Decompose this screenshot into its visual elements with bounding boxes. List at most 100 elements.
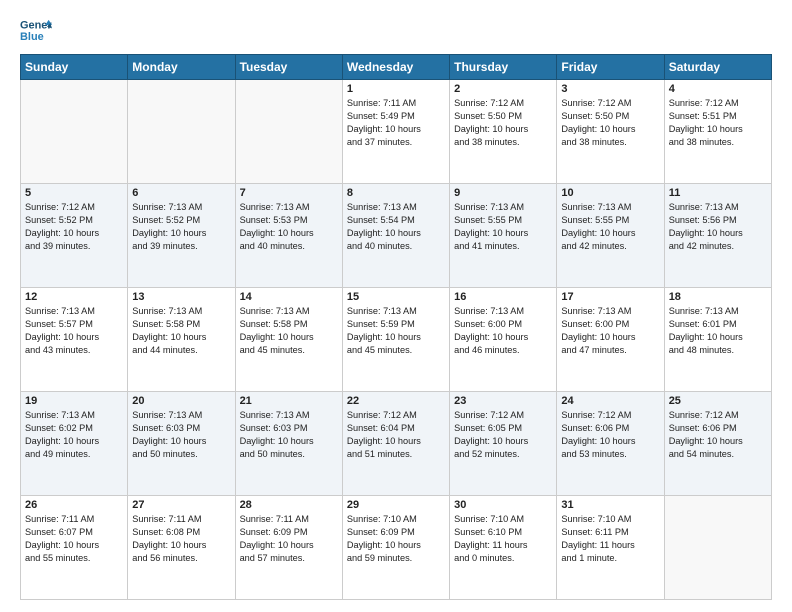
- header: General Blue: [20, 16, 772, 44]
- cell-info: Sunrise: 7:13 AMSunset: 5:53 PMDaylight:…: [240, 201, 338, 253]
- day-number: 23: [454, 395, 552, 407]
- weekday-header-wednesday: Wednesday: [342, 55, 449, 80]
- day-number: 8: [347, 187, 445, 199]
- weekday-header-monday: Monday: [128, 55, 235, 80]
- day-number: 11: [669, 187, 767, 199]
- day-number: 6: [132, 187, 230, 199]
- calendar-cell: 9 Sunrise: 7:13 AMSunset: 5:55 PMDaylight…: [450, 184, 557, 288]
- calendar-cell: 12Sunrise: 7:13 AMSunset: 5:57 PMDayligh…: [21, 288, 128, 392]
- weekday-header-thursday: Thursday: [450, 55, 557, 80]
- cell-info: Sunrise: 7:12 AMSunset: 6:06 PMDaylight:…: [561, 409, 659, 461]
- day-number: 21: [240, 395, 338, 407]
- day-number: 18: [669, 291, 767, 303]
- calendar-cell: 6 Sunrise: 7:13 AMSunset: 5:52 PMDaylight…: [128, 184, 235, 288]
- calendar-cell: 1 Sunrise: 7:11 AMSunset: 5:49 PMDaylight…: [342, 80, 449, 184]
- calendar-cell: 4 Sunrise: 7:12 AMSunset: 5:51 PMDaylight…: [664, 80, 771, 184]
- day-number: 25: [669, 395, 767, 407]
- calendar-cell: 16 Sunrise: 7:13 AMSunset: 6:00 PMDayligh…: [450, 288, 557, 392]
- day-number: 10: [561, 187, 659, 199]
- cell-info: Sunrise: 7:12 AMSunset: 5:50 PMDaylight:…: [454, 97, 552, 149]
- day-number: 4: [669, 83, 767, 95]
- day-number: 29: [347, 499, 445, 511]
- day-number: 13: [132, 291, 230, 303]
- calendar-cell: 31Sunrise: 7:10 AMSunset: 6:11 PMDayligh…: [557, 496, 664, 600]
- cell-info: Sunrise: 7:13 AMSunset: 6:00 PMDaylight:…: [561, 305, 659, 357]
- logo: General Blue: [20, 16, 58, 44]
- svg-text:Blue: Blue: [20, 31, 44, 43]
- calendar-cell: 8 Sunrise: 7:13 AMSunset: 5:54 PMDaylight…: [342, 184, 449, 288]
- day-number: 14: [240, 291, 338, 303]
- calendar-cell: 25 Sunrise: 7:12 AMSunset: 6:06 PMDayligh…: [664, 392, 771, 496]
- weekday-header-row: SundayMondayTuesdayWednesdayThursdayFrid…: [21, 55, 772, 80]
- day-number: 28: [240, 499, 338, 511]
- calendar-cell: 20 Sunrise: 7:13 AMSunset: 6:03 PMDayligh…: [128, 392, 235, 496]
- cell-info: Sunrise: 7:12 AMSunset: 6:04 PMDaylight:…: [347, 409, 445, 461]
- cell-info: Sunrise: 7:13 AMSunset: 5:57 PMDaylight:…: [25, 305, 123, 357]
- calendar-week-4: 19 Sunrise: 7:13 AMSunset: 6:02 PMDayligh…: [21, 392, 772, 496]
- calendar-cell: [235, 80, 342, 184]
- calendar-cell: 13 Sunrise: 7:13 AMSunset: 5:58 PMDayligh…: [128, 288, 235, 392]
- weekday-header-sunday: Sunday: [21, 55, 128, 80]
- cell-info: Sunrise: 7:13 AMSunset: 5:58 PMDaylight:…: [240, 305, 338, 357]
- calendar-week-5: 26 Sunrise: 7:11 AMSunset: 6:07 PMDayligh…: [21, 496, 772, 600]
- day-number: 26: [25, 499, 123, 511]
- day-number: 30: [454, 499, 552, 511]
- calendar-week-3: 12Sunrise: 7:13 AMSunset: 5:57 PMDayligh…: [21, 288, 772, 392]
- weekday-header-friday: Friday: [557, 55, 664, 80]
- day-number: 5: [25, 187, 123, 199]
- weekday-header-saturday: Saturday: [664, 55, 771, 80]
- cell-info: Sunrise: 7:13 AMSunset: 5:52 PMDaylight:…: [132, 201, 230, 253]
- calendar-cell: 14 Sunrise: 7:13 AMSunset: 5:58 PMDayligh…: [235, 288, 342, 392]
- day-number: 1: [347, 83, 445, 95]
- cell-info: Sunrise: 7:12 AMSunset: 6:06 PMDaylight:…: [669, 409, 767, 461]
- calendar-cell: 19 Sunrise: 7:13 AMSunset: 6:02 PMDayligh…: [21, 392, 128, 496]
- cell-info: Sunrise: 7:13 AMSunset: 5:59 PMDaylight:…: [347, 305, 445, 357]
- calendar-cell: 28Sunrise: 7:11 AMSunset: 6:09 PMDayligh…: [235, 496, 342, 600]
- calendar-page: General Blue SundayMondayTuesdayWednesda…: [0, 0, 792, 612]
- day-number: 9: [454, 187, 552, 199]
- cell-info: Sunrise: 7:13 AMSunset: 6:02 PMDaylight:…: [25, 409, 123, 461]
- cell-info: Sunrise: 7:10 AMSunset: 6:11 PMDaylight:…: [561, 513, 659, 565]
- calendar-cell: 15 Sunrise: 7:13 AMSunset: 5:59 PMDayligh…: [342, 288, 449, 392]
- cell-info: Sunrise: 7:12 AMSunset: 5:50 PMDaylight:…: [561, 97, 659, 149]
- calendar-cell: [664, 496, 771, 600]
- day-number: 27: [132, 499, 230, 511]
- cell-info: Sunrise: 7:10 AMSunset: 6:10 PMDaylight:…: [454, 513, 552, 565]
- day-number: 16: [454, 291, 552, 303]
- day-number: 17: [561, 291, 659, 303]
- day-number: 7: [240, 187, 338, 199]
- cell-info: Sunrise: 7:12 AMSunset: 6:05 PMDaylight:…: [454, 409, 552, 461]
- calendar-cell: 24Sunrise: 7:12 AMSunset: 6:06 PMDayligh…: [557, 392, 664, 496]
- svg-text:General: General: [20, 19, 52, 31]
- calendar-cell: 23 Sunrise: 7:12 AMSunset: 6:05 PMDayligh…: [450, 392, 557, 496]
- calendar-cell: 22 Sunrise: 7:12 AMSunset: 6:04 PMDayligh…: [342, 392, 449, 496]
- cell-info: Sunrise: 7:12 AMSunset: 5:52 PMDaylight:…: [25, 201, 123, 253]
- day-number: 3: [561, 83, 659, 95]
- cell-info: Sunrise: 7:11 AMSunset: 6:07 PMDaylight:…: [25, 513, 123, 565]
- day-number: 19: [25, 395, 123, 407]
- calendar-cell: 27Sunrise: 7:11 AMSunset: 6:08 PMDayligh…: [128, 496, 235, 600]
- cell-info: Sunrise: 7:13 AMSunset: 5:55 PMDaylight:…: [454, 201, 552, 253]
- calendar-cell: 29Sunrise: 7:10 AMSunset: 6:09 PMDayligh…: [342, 496, 449, 600]
- cell-info: Sunrise: 7:13 AMSunset: 5:58 PMDaylight:…: [132, 305, 230, 357]
- calendar-week-2: 5 Sunrise: 7:12 AMSunset: 5:52 PMDaylight…: [21, 184, 772, 288]
- calendar-cell: 10 Sunrise: 7:13 AMSunset: 5:55 PMDayligh…: [557, 184, 664, 288]
- day-number: 15: [347, 291, 445, 303]
- calendar-cell: 30 Sunrise: 7:10 AMSunset: 6:10 PMDayligh…: [450, 496, 557, 600]
- calendar-cell: 2 Sunrise: 7:12 AMSunset: 5:50 PMDaylight…: [450, 80, 557, 184]
- logo-icon: General Blue: [20, 16, 52, 44]
- calendar-cell: [128, 80, 235, 184]
- cell-info: Sunrise: 7:13 AMSunset: 6:03 PMDaylight:…: [132, 409, 230, 461]
- cell-info: Sunrise: 7:13 AMSunset: 6:00 PMDaylight:…: [454, 305, 552, 357]
- day-number: 2: [454, 83, 552, 95]
- cell-info: Sunrise: 7:13 AMSunset: 5:56 PMDaylight:…: [669, 201, 767, 253]
- cell-info: Sunrise: 7:11 AMSunset: 5:49 PMDaylight:…: [347, 97, 445, 149]
- cell-info: Sunrise: 7:12 AMSunset: 5:51 PMDaylight:…: [669, 97, 767, 149]
- day-number: 22: [347, 395, 445, 407]
- calendar-table: SundayMondayTuesdayWednesdayThursdayFrid…: [20, 54, 772, 600]
- calendar-cell: 17 Sunrise: 7:13 AMSunset: 6:00 PMDayligh…: [557, 288, 664, 392]
- cell-info: Sunrise: 7:13 AMSunset: 5:55 PMDaylight:…: [561, 201, 659, 253]
- day-number: 20: [132, 395, 230, 407]
- calendar-cell: 21Sunrise: 7:13 AMSunset: 6:03 PMDayligh…: [235, 392, 342, 496]
- cell-info: Sunrise: 7:13 AMSunset: 5:54 PMDaylight:…: [347, 201, 445, 253]
